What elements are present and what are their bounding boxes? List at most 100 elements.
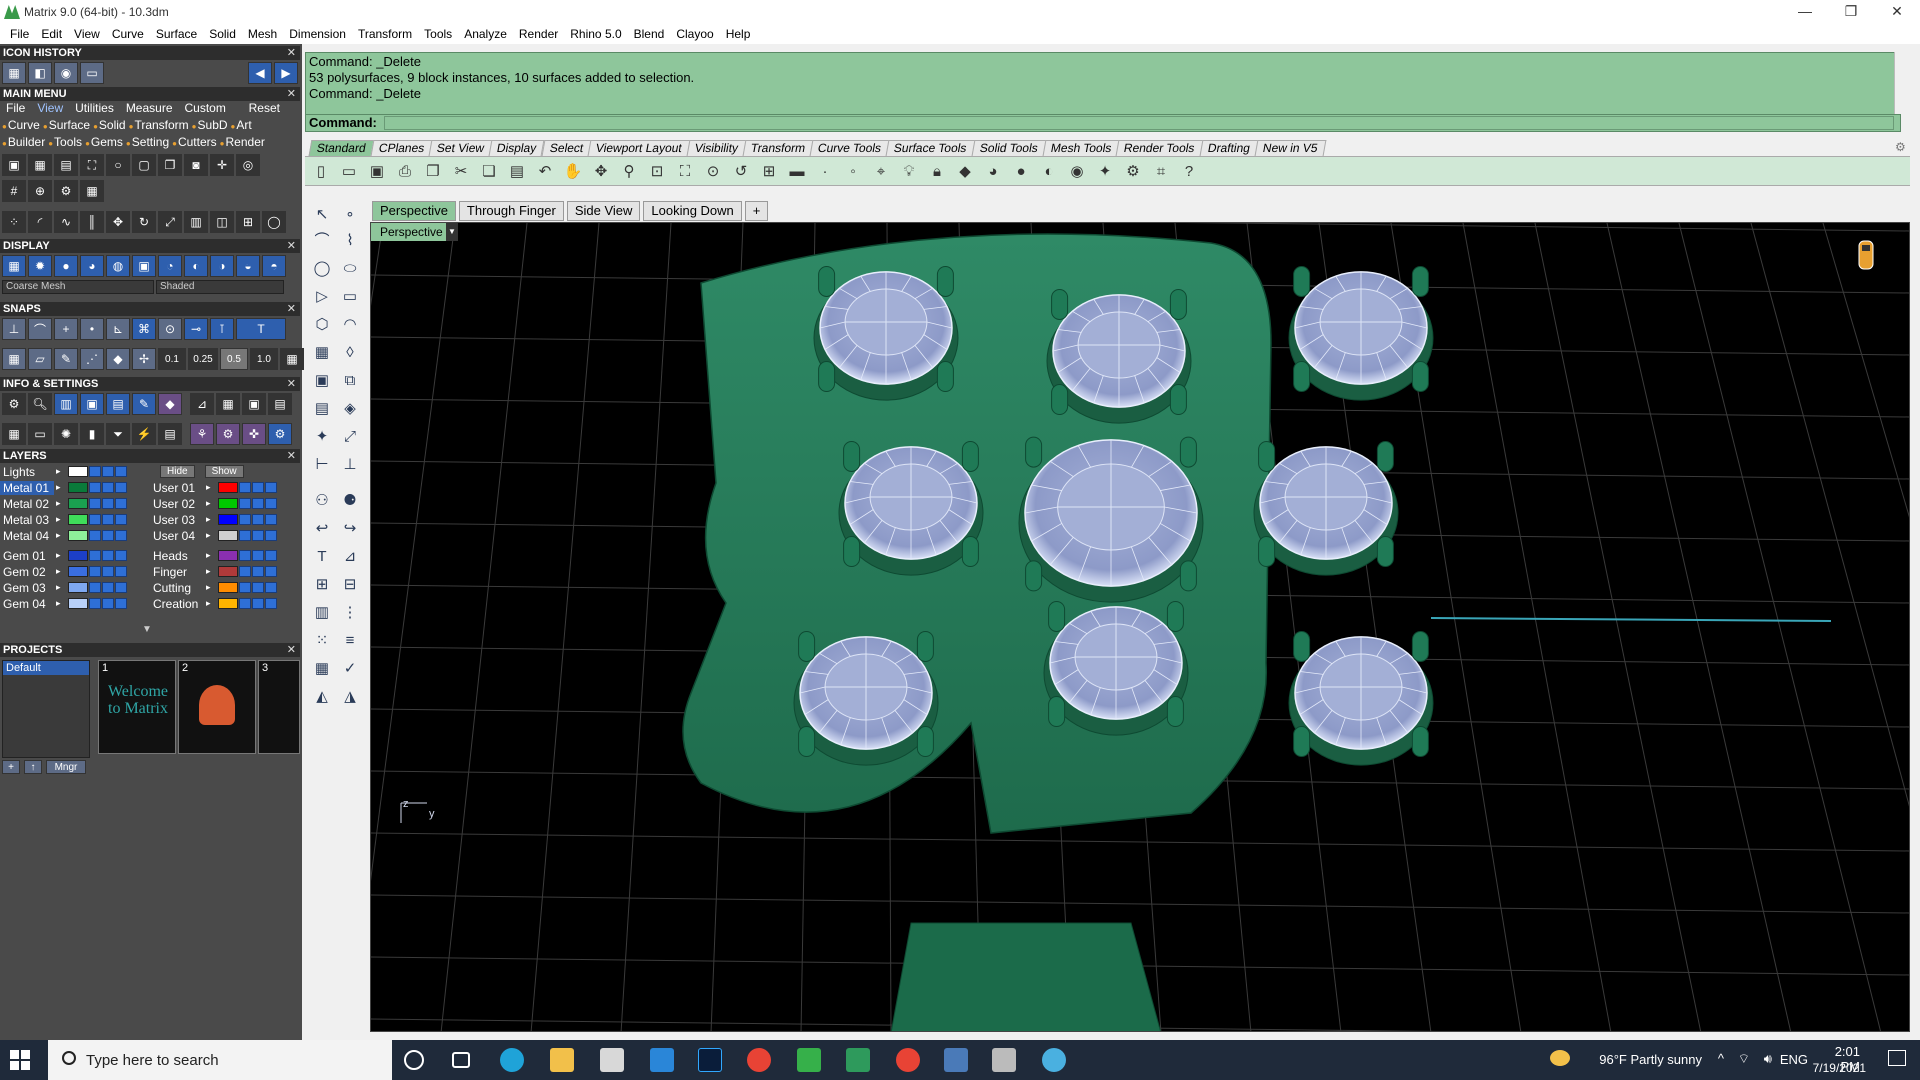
layer-row[interactable]: Heads ▸ bbox=[150, 548, 277, 563]
matrix-taskbar-icon[interactable] bbox=[846, 1048, 870, 1072]
layer-row[interactable]: Gem 04 ▸ bbox=[0, 596, 127, 611]
layer-row[interactable]: Metal 02 ▸ bbox=[0, 496, 127, 511]
snap-near-icon[interactable]: ⌒ bbox=[28, 318, 52, 340]
menu-blend[interactable]: Blend bbox=[628, 27, 671, 41]
lock-icon[interactable]: 🔒︎ bbox=[927, 162, 947, 182]
project-thumbnail-3[interactable]: 3 bbox=[258, 660, 300, 754]
snap-quad-icon[interactable]: ⌘ bbox=[132, 318, 156, 340]
visibility-toggle[interactable] bbox=[252, 566, 264, 577]
add-project-icon[interactable]: + bbox=[2, 760, 20, 774]
viewport-icon[interactable]: ▣ bbox=[2, 154, 26, 176]
layer-row[interactable]: User 02 ▸ bbox=[150, 496, 277, 511]
polyline-icon[interactable]: ⌒ bbox=[311, 230, 333, 252]
clock-date[interactable]: 7/19/2021 bbox=[1813, 1061, 1866, 1075]
lock-toggle[interactable] bbox=[89, 514, 101, 525]
layer-color-swatch[interactable] bbox=[218, 598, 238, 609]
sync-icon[interactable]: ⚙ bbox=[268, 423, 292, 445]
zoom-icon[interactable]: ⚲ bbox=[619, 162, 639, 182]
expand-icon[interactable]: ▸ bbox=[56, 530, 66, 541]
tab-select[interactable]: Select bbox=[541, 140, 592, 156]
add-view-tab-button[interactable]: + bbox=[744, 201, 769, 221]
layer-color-swatch[interactable] bbox=[68, 582, 88, 593]
render-toggle[interactable] bbox=[265, 530, 277, 541]
zoom-icon[interactable]: 🔍︎ bbox=[28, 393, 52, 415]
lock-toggle[interactable] bbox=[239, 498, 251, 509]
camera-icon[interactable]: ◙ bbox=[184, 154, 208, 176]
pan-icon[interactable]: ✥ bbox=[591, 162, 611, 182]
network-icon[interactable]: ⌔ bbox=[1738, 1051, 1750, 1067]
viewport-dropdown-icon[interactable]: ▼ bbox=[446, 223, 458, 241]
arc-icon[interactable]: ◠ bbox=[339, 314, 361, 336]
curve-icon[interactable]: ∿ bbox=[54, 211, 78, 233]
env-icon[interactable]: ▣ bbox=[132, 255, 156, 277]
expand-icon[interactable]: ▸ bbox=[206, 498, 216, 509]
layer-color-swatch[interactable] bbox=[218, 582, 238, 593]
layer-row[interactable]: Gem 03 ▸ bbox=[0, 580, 127, 595]
rotate-icon[interactable]: ↻ bbox=[132, 211, 156, 233]
light-bulb-icon[interactable]: 💡︎ bbox=[899, 162, 919, 182]
file-explorer-icon[interactable] bbox=[550, 1048, 574, 1072]
arc-icon[interactable]: ◜ bbox=[28, 211, 52, 233]
expand-icon[interactable]: ▸ bbox=[206, 482, 216, 493]
mm-art[interactable]: Art bbox=[231, 118, 251, 132]
visibility-toggle[interactable] bbox=[102, 482, 114, 493]
layer-color-swatch[interactable] bbox=[68, 566, 88, 577]
grasshopper-icon[interactable]: ⌗ bbox=[1151, 162, 1171, 182]
render-icon[interactable]: ◉ bbox=[1067, 162, 1087, 182]
lock-toggle[interactable] bbox=[89, 482, 101, 493]
render-toggle[interactable] bbox=[265, 482, 277, 493]
mm-builder[interactable]: Builder bbox=[2, 135, 45, 149]
weather-icon[interactable] bbox=[1550, 1050, 1570, 1066]
render-toggle[interactable] bbox=[115, 482, 127, 493]
menu-render[interactable]: Render bbox=[513, 27, 564, 41]
render-toggle[interactable] bbox=[265, 566, 277, 577]
close-icon[interactable]: ✕ bbox=[287, 46, 296, 60]
expand-icon[interactable]: ▸ bbox=[206, 530, 216, 541]
circle-point-icon[interactable]: ◦ bbox=[843, 162, 863, 182]
snap-point-icon[interactable]: + bbox=[54, 318, 78, 340]
weather-text[interactable]: 96°F Partly sunny bbox=[1599, 1052, 1702, 1067]
photos-icon[interactable] bbox=[944, 1048, 968, 1072]
new-file-icon[interactable]: ▯ bbox=[311, 162, 331, 182]
mm-cutters[interactable]: Cutters bbox=[172, 135, 217, 149]
minimize-button[interactable]: — bbox=[1782, 0, 1828, 24]
close-icon[interactable]: ✕ bbox=[287, 643, 296, 657]
document-icon[interactable]: ▤ bbox=[106, 393, 130, 415]
task-view-icon[interactable] bbox=[452, 1052, 470, 1068]
view-tab-through-finger[interactable]: Through Finger bbox=[458, 201, 564, 221]
menu-analyze[interactable]: Analyze bbox=[458, 27, 513, 41]
store-icon[interactable] bbox=[600, 1048, 624, 1072]
dots-grid-icon[interactable]: ⁙ bbox=[311, 630, 333, 652]
layer-row[interactable]: Cutting ▸ bbox=[150, 580, 277, 595]
mail-icon[interactable] bbox=[650, 1048, 674, 1072]
expand-icon[interactable]: ▸ bbox=[206, 582, 216, 593]
fillet-icon[interactable]: ↩ bbox=[311, 518, 333, 540]
mm-tools[interactable]: Tools bbox=[48, 135, 82, 149]
menu-tools[interactable]: Tools bbox=[418, 27, 458, 41]
toolbar-options-icon[interactable]: ⚙ bbox=[1895, 140, 1906, 154]
tab-render-tools[interactable]: Render Tools bbox=[1115, 140, 1203, 156]
close-button[interactable]: ✕ bbox=[1874, 0, 1920, 24]
tab-solid-tools[interactable]: Solid Tools bbox=[971, 140, 1047, 156]
offset-icon[interactable]: ↪ bbox=[339, 518, 361, 540]
tab-display[interactable]: Display bbox=[488, 140, 545, 156]
layers-icon[interactable]: ◧ bbox=[28, 62, 52, 84]
language-indicator[interactable]: ENG bbox=[1780, 1052, 1808, 1067]
viewport-label[interactable]: Perspective ▼ bbox=[371, 223, 458, 241]
layer-row[interactable]: User 03 ▸ bbox=[150, 512, 277, 527]
close-icon[interactable]: ✕ bbox=[287, 302, 296, 316]
snap-settings-icon[interactable]: ⌖ bbox=[871, 162, 891, 182]
snap-value-1.0[interactable]: 1.0 bbox=[250, 348, 278, 370]
copy-icon[interactable]: ❏ bbox=[479, 162, 499, 182]
pan-hand-icon[interactable]: ✋ bbox=[563, 162, 583, 182]
target-icon[interactable]: ◎ bbox=[236, 154, 260, 176]
sweep-icon[interactable]: ◊ bbox=[339, 342, 361, 364]
render-toggle[interactable] bbox=[115, 498, 127, 509]
close-icon[interactable]: ✕ bbox=[287, 87, 296, 101]
page-icon[interactable]: ▤ bbox=[158, 423, 182, 445]
command-input[interactable] bbox=[384, 116, 1894, 130]
layer-color-swatch[interactable] bbox=[68, 514, 88, 525]
layer-row[interactable]: Creation ▸ bbox=[150, 596, 277, 611]
layer-color-swatch[interactable] bbox=[218, 530, 238, 541]
render-toggle[interactable] bbox=[115, 530, 127, 541]
